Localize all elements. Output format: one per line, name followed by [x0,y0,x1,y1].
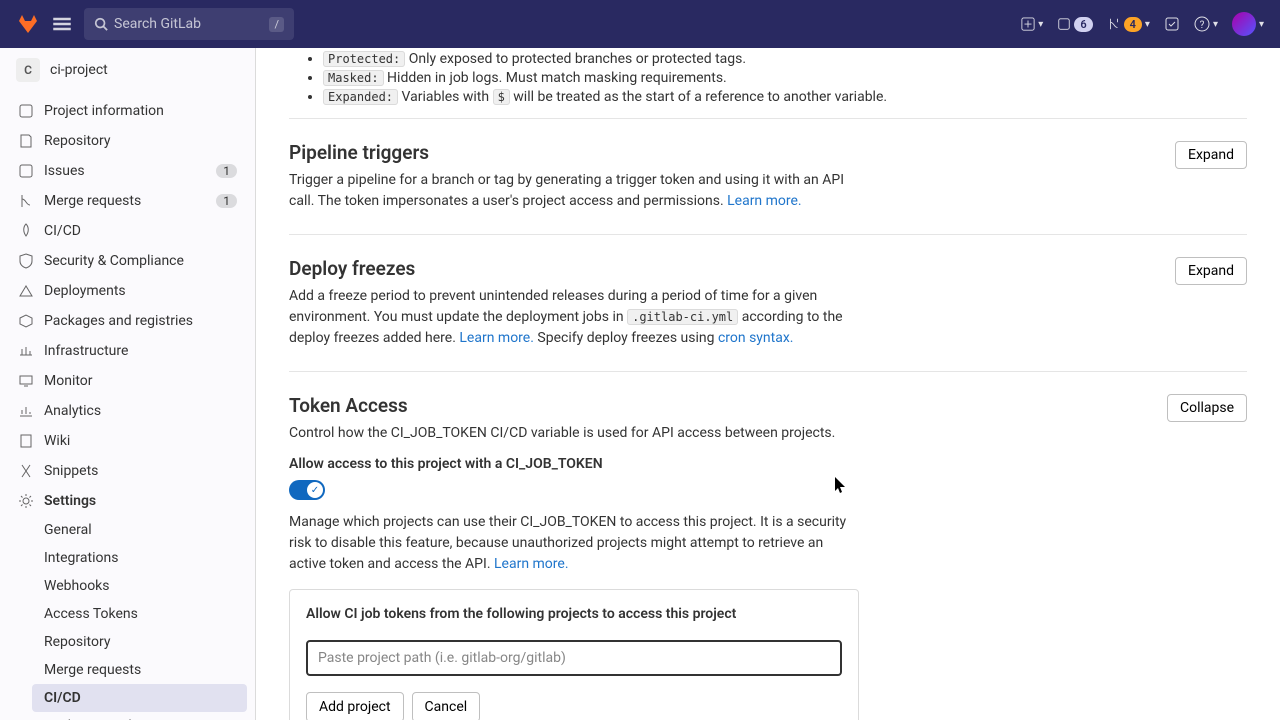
plus-box-icon [1021,17,1035,31]
sidebar-item-settings[interactable]: Settings [8,486,247,516]
allow-projects-card: Allow CI job tokens from the following p… [289,589,859,720]
subnav-repository[interactable]: Repository [32,628,247,656]
deploy-icon [18,283,34,299]
gear-icon [18,493,34,509]
nav-list: Project information Repository Issues1 M… [0,92,255,720]
analytics-icon [18,403,34,419]
issues-counter[interactable]: 6 [1057,17,1092,32]
topbar-right: ▾ 6 4▾ ?▾ ▾ [1021,12,1264,36]
avatar [1232,12,1256,36]
search-icon [94,17,108,31]
subnav-merge-requests[interactable]: Merge requests [32,656,247,684]
deploy-freezes-title: Deploy freezes [289,257,849,280]
allow-access-learn-more[interactable]: Learn more. [494,556,569,572]
project-name: ci-project [50,62,108,78]
deploy-freezes-desc: Add a freeze period to prevent unintende… [289,286,849,349]
subnav-packages[interactable]: Packages and registries [32,712,247,720]
cron-syntax-link[interactable]: cron syntax. [718,330,794,346]
rocket-icon [18,223,34,239]
allow-access-heading: Allow access to this project with a CI_J… [289,456,1247,472]
attr-expanded: Expanded: Variables with $ will be treat… [323,89,1247,105]
infra-icon [18,343,34,359]
issues-icon [18,163,34,179]
gitlab-logo-icon[interactable] [16,12,40,36]
allow-projects-card-title: Allow CI job tokens from the following p… [306,606,842,622]
user-menu[interactable]: ▾ [1232,12,1264,36]
shield-icon [18,253,34,269]
section-token-access: Token Access Control how the CI_JOB_TOKE… [289,371,1247,720]
attr-masked: Masked: Hidden in job logs. Must match m… [323,70,1247,86]
merge-icon [1107,17,1121,31]
sidebar-item-merge-requests[interactable]: Merge requests1 [8,186,247,216]
create-menu[interactable]: ▾ [1021,17,1043,31]
merge-icon [18,193,34,209]
project-path-input[interactable] [306,640,842,676]
token-access-desc: Control how the CI_JOB_TOKEN CI/CD varia… [289,423,835,444]
project-avatar: C [16,58,40,82]
pipeline-triggers-desc: Trigger a pipeline for a branch or tag b… [289,170,849,212]
subnav-webhooks[interactable]: Webhooks [32,572,247,600]
check-icon: ✓ [307,482,323,498]
package-icon [18,313,34,329]
sidebar-item-repository[interactable]: Repository [8,126,247,156]
issue-icon [1057,17,1071,31]
repo-icon [18,133,34,149]
help-menu[interactable]: ?▾ [1194,16,1218,32]
pipeline-triggers-expand-button[interactable]: Expand [1175,141,1247,169]
monitor-icon [18,373,34,389]
subnav-cicd[interactable]: CI/CD [32,684,247,712]
sidebar-item-security[interactable]: Security & Compliance [8,246,247,276]
wiki-icon [18,433,34,449]
topbar: Search GitLab / ▾ 6 4▾ ?▾ ▾ [0,0,1280,48]
allow-access-toggle[interactable]: ✓ [289,480,325,500]
hamburger-icon[interactable] [52,14,72,34]
deploy-freezes-learn-more[interactable]: Learn more. [459,330,534,346]
sidebar-item-monitor[interactable]: Monitor [8,366,247,396]
help-icon: ? [1194,16,1210,32]
sidebar-item-packages[interactable]: Packages and registries [8,306,247,336]
settings-subnav: General Integrations Webhooks Access Tok… [8,516,247,720]
attr-protected: Protected: Only exposed to protected bra… [323,51,1247,67]
svg-text:?: ? [1200,20,1205,31]
search-placeholder: Search GitLab [114,16,201,32]
sidebar-item-infrastructure[interactable]: Infrastructure [8,336,247,366]
sidebar-item-wiki[interactable]: Wiki [8,426,247,456]
sidebar-item-cicd[interactable]: CI/CD [8,216,247,246]
sidebar-item-issues[interactable]: Issues1 [8,156,247,186]
section-pipeline-triggers: Pipeline triggers Trigger a pipeline for… [289,118,1247,234]
todo-icon [1164,16,1180,32]
sidebar: C ci-project Project information Reposit… [0,48,256,720]
info-icon [18,103,34,119]
search-input[interactable]: Search GitLab / [84,8,294,40]
section-deploy-freezes: Deploy freezes Add a freeze period to pr… [289,234,1247,371]
sidebar-item-deployments[interactable]: Deployments [8,276,247,306]
cancel-button[interactable]: Cancel [412,692,481,720]
main-content: Protected: Only exposed to protected bra… [256,48,1280,720]
subnav-access-tokens[interactable]: Access Tokens [32,600,247,628]
sidebar-item-analytics[interactable]: Analytics [8,396,247,426]
topbar-left: Search GitLab / [16,8,294,40]
search-kbd: / [269,17,284,32]
add-project-button[interactable]: Add project [306,692,404,720]
deploy-freezes-expand-button[interactable]: Expand [1175,257,1247,285]
token-access-title: Token Access [289,394,835,417]
variable-attributes-fragment: Protected: Only exposed to protected bra… [289,51,1247,118]
pipeline-triggers-title: Pipeline triggers [289,141,849,164]
sidebar-item-snippets[interactable]: Snippets [8,456,247,486]
sidebar-item-project-information[interactable]: Project information [8,96,247,126]
mr-counter[interactable]: 4▾ [1107,17,1150,32]
snippets-icon [18,463,34,479]
subnav-integrations[interactable]: Integrations [32,544,247,572]
todos-button[interactable] [1164,16,1180,32]
pipeline-triggers-learn-more[interactable]: Learn more. [727,193,802,209]
subnav-general[interactable]: General [32,516,247,544]
token-access-collapse-button[interactable]: Collapse [1167,394,1247,422]
allow-access-help: Manage which projects can use their CI_J… [289,512,849,575]
project-header[interactable]: C ci-project [0,48,255,92]
